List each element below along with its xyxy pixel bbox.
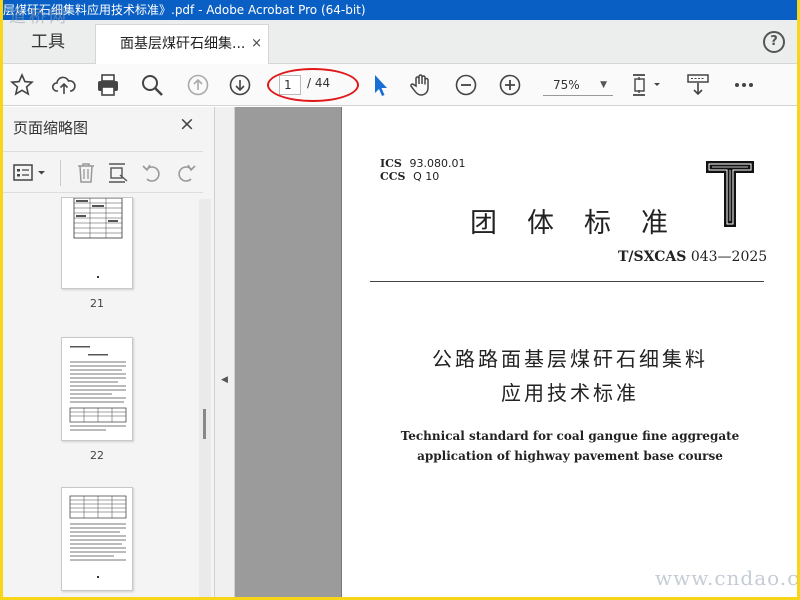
fit-page-icon[interactable] [629, 72, 665, 98]
thumbnail-page[interactable] [61, 337, 133, 441]
header-rule [370, 281, 764, 282]
title-bar: 层煤矸石细集料应用技术标准》.pdf - Adobe Acrobat Pro (… [3, 0, 797, 20]
page-down-icon[interactable] [227, 72, 253, 98]
close-panel-button[interactable]: × [179, 113, 195, 135]
tab-document[interactable]: 面基层煤矸石细集... × [95, 24, 269, 64]
collapse-arrow-icon[interactable]: ◀ [221, 375, 228, 385]
watermark-bottom: www.cndao.com [655, 566, 800, 590]
thumbnail-list: 21 22 [3, 197, 199, 597]
title-cn-line2: 应用技术标准 [501, 381, 639, 405]
select-cursor-icon[interactable] [367, 72, 393, 98]
title-en-line2: application of highway pavement base cou… [417, 449, 723, 463]
rotate-left-icon[interactable] [139, 160, 165, 186]
standard-number: T/SXCAS 043—2025 [618, 249, 767, 265]
app-window: 层煤矸石细集料应用技术标准》.pdf - Adobe Acrobat Pro (… [3, 0, 800, 597]
red-highlight-annotation [267, 68, 359, 102]
standard-type: 团体标准 [470, 208, 698, 239]
rotate-right-icon[interactable] [173, 160, 199, 186]
help-icon[interactable]: ? [763, 31, 785, 53]
page-up-icon[interactable] [185, 72, 211, 98]
thumbnail-page[interactable] [61, 487, 133, 591]
thumbnail-toolbar [3, 151, 203, 193]
print-icon[interactable] [95, 72, 121, 98]
toolbar-divider [60, 160, 61, 186]
document-background [235, 107, 341, 597]
thumbnail-label: 22 [90, 449, 104, 462]
scrollbar-thumb[interactable] [203, 409, 206, 439]
tab-bar: 工具 面基层煤矸石细集... × ? [3, 20, 797, 64]
zoom-search-icon[interactable] [139, 72, 165, 98]
panel-collapse-strip[interactable]: ◀ [215, 107, 235, 597]
zoom-value: 75% [553, 78, 580, 92]
tab-document-label: 面基层煤矸石细集... [120, 36, 246, 52]
title-cn-line1: 公路路面基层煤矸石细集料 [432, 347, 708, 371]
window-title: 层煤矸石细集料应用技术标准》.pdf - Adobe Acrobat Pro (… [3, 3, 366, 17]
more-icon[interactable] [731, 72, 757, 98]
trash-icon[interactable] [73, 160, 99, 186]
zoom-select[interactable]: 75% ▼ [543, 74, 613, 96]
zoom-out-icon[interactable] [453, 72, 479, 98]
standard-number-value: 043—2025 [690, 249, 768, 265]
thumbnail-page[interactable] [61, 197, 133, 289]
main-toolbar: 1 / 44 75% ▼ [3, 64, 797, 106]
insert-page-icon[interactable] [105, 160, 131, 186]
classification-codes: ICS 93.080.01 CCS Q 10 [380, 157, 466, 183]
document-page: ICS 93.080.01 CCS Q 10 团体标准 T/SXCAS 043—… [341, 107, 797, 597]
ccs-code: Q 10 [413, 170, 440, 183]
thumbnail-panel: 页面缩略图 × 21 22 [3, 107, 215, 597]
thumbnail-label: 21 [90, 297, 104, 310]
standard-logo-t [704, 159, 756, 229]
close-tab-button[interactable]: × [251, 25, 262, 63]
panel-title: 页面缩略图 [13, 119, 89, 137]
upload-icon[interactable] [51, 72, 77, 98]
hand-icon[interactable] [408, 72, 434, 98]
title-en-line1: Technical standard for coal gangue fine … [400, 429, 740, 443]
ics-code: 93.080.01 [409, 157, 466, 170]
star-icon[interactable] [9, 72, 35, 98]
thumbnail-scrollbar[interactable] [199, 199, 211, 597]
ics-label: ICS [380, 157, 402, 170]
chevron-down-icon: ▼ [600, 80, 607, 90]
thumbnail-options-icon[interactable] [11, 160, 51, 186]
ccs-label: CCS [380, 170, 406, 183]
standard-number-prefix: T/SXCAS [618, 249, 687, 265]
scroll-mode-icon[interactable] [685, 72, 711, 98]
zoom-in-icon[interactable] [497, 72, 523, 98]
tab-tools[interactable]: 工具 [3, 20, 93, 64]
